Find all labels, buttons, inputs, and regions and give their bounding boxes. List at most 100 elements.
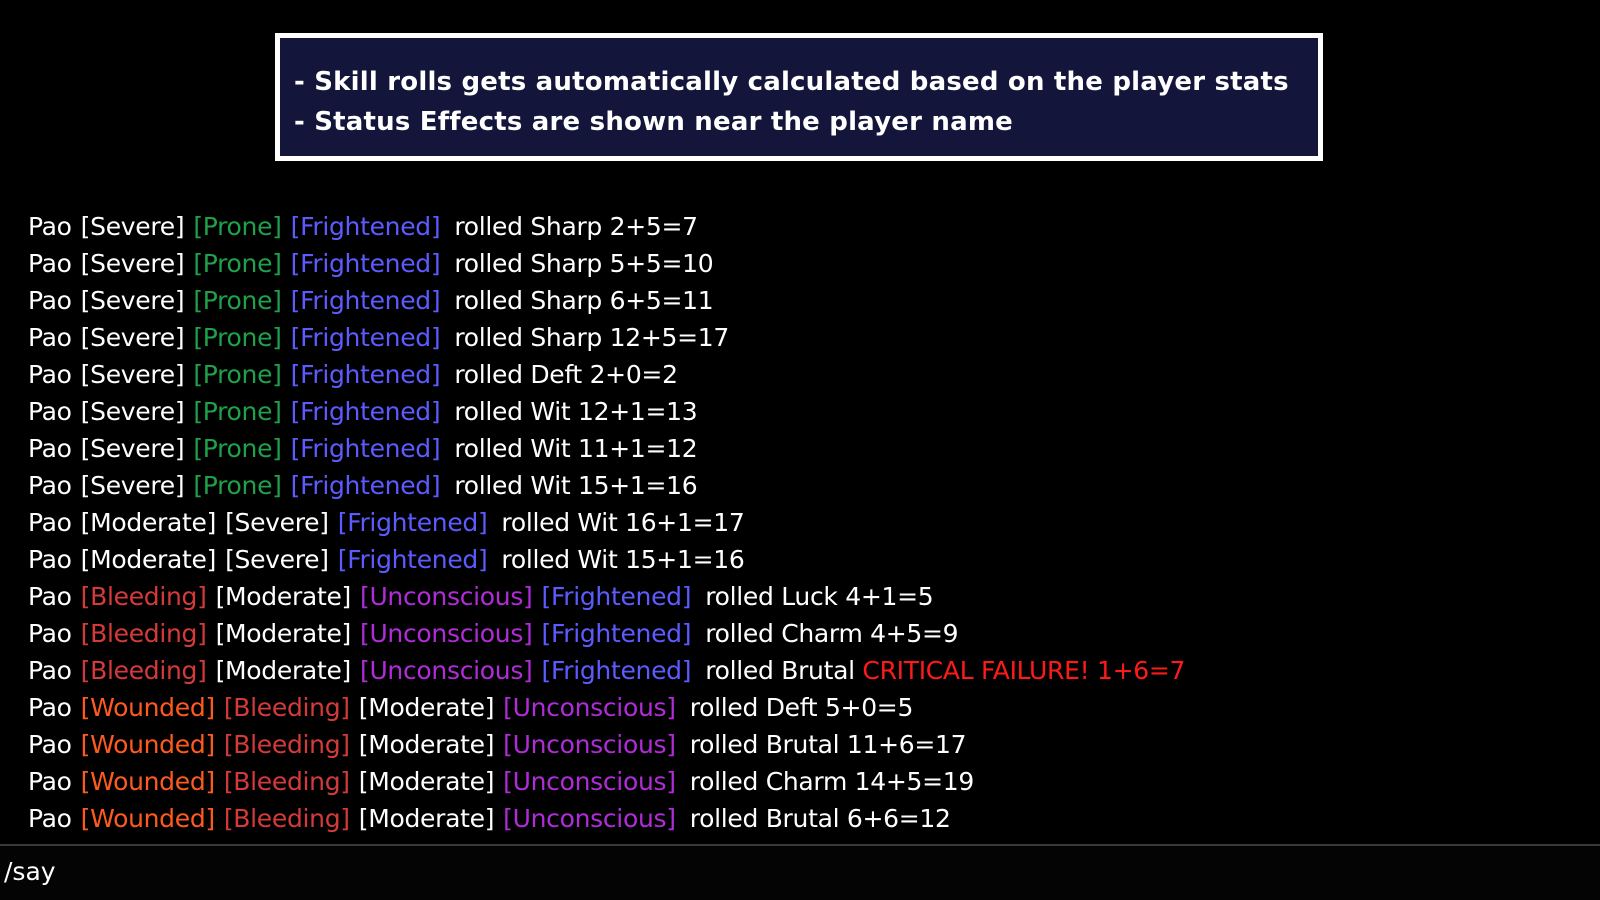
status-effect-wounded: [Wounded] [80, 693, 215, 722]
player-name: Pao [28, 804, 72, 833]
roll-result: rolled Sharp 5+5=10 [454, 249, 714, 278]
status-effect-prone: [Prone] [193, 323, 282, 352]
chat-line: Pao [Severe] [Prone] [Frightened] rolled Wit… [28, 467, 1588, 504]
chat-line: Pao [Moderate] [Severe] [Frightened] rolled … [28, 504, 1588, 541]
roll-result: rolled Luck 4+1=5 [705, 582, 934, 611]
roll-result: rolled Wit 12+1=13 [454, 397, 698, 426]
status-effect-moderate: [Moderate] [358, 767, 495, 796]
roll-result: rolled Sharp 6+5=11 [454, 286, 714, 315]
roll-result: rolled Wit 16+1=17 [501, 508, 745, 537]
status-effect-prone: [Prone] [193, 471, 282, 500]
chat-line: Pao [Severe] [Prone] [Frightened] rolled Sha… [28, 245, 1588, 282]
status-effect-bleeding: [Bleeding] [223, 730, 350, 759]
status-effect-prone: [Prone] [193, 397, 282, 426]
status-effect-frightened: [Frightened] [290, 434, 441, 463]
status-effect-severe: [Severe] [225, 508, 329, 537]
player-name: Pao [28, 286, 72, 315]
status-effect-moderate: [Moderate] [80, 545, 217, 574]
player-name: Pao [28, 323, 72, 352]
status-effect-frightened: [Frightened] [541, 656, 692, 685]
status-effect-unconscious: [Unconscious] [503, 804, 676, 833]
status-effect-severe: [Severe] [80, 471, 185, 500]
status-effect-prone: [Prone] [193, 360, 282, 389]
player-name: Pao [28, 619, 72, 648]
player-name: Pao [28, 360, 72, 389]
status-effect-severe: [Severe] [80, 397, 185, 426]
chat-line: Pao [Wounded] [Bleeding] [Moderate] [Unconsc… [28, 726, 1588, 763]
roll-result: rolled Deft 2+0=2 [454, 360, 678, 389]
chat-log: Pao [Severe] [Prone] [Frightened] rolled Sha… [28, 208, 1588, 837]
status-effect-frightened: [Frightened] [290, 471, 441, 500]
chat-input-bar[interactable] [0, 844, 1600, 900]
roll-result: rolled Charm 4+5=9 [705, 619, 959, 648]
status-effect-bleeding: [Bleeding] [80, 656, 207, 685]
status-effect-frightened: [Frightened] [541, 619, 692, 648]
status-effect-unconscious: [Unconscious] [359, 582, 533, 611]
status-effect-severe: [Severe] [225, 545, 329, 574]
status-effect-wounded: [Wounded] [80, 804, 215, 833]
chat-line: Pao [Wounded] [Bleeding] [Moderate] [Unconsc… [28, 800, 1588, 837]
player-name: Pao [28, 212, 72, 241]
status-effect-frightened: [Frightened] [290, 323, 441, 352]
player-name: Pao [28, 545, 72, 574]
player-name: Pao [28, 508, 72, 537]
status-effect-severe: [Severe] [80, 360, 185, 389]
player-name: Pao [28, 582, 72, 611]
player-name: Pao [28, 397, 72, 426]
info-line-status-effects: - Status Effects are shown near the play… [294, 107, 1013, 137]
status-effect-moderate: [Moderate] [358, 730, 495, 759]
status-effect-bleeding: [Bleeding] [223, 767, 350, 796]
player-name: Pao [28, 656, 72, 685]
status-effect-frightened: [Frightened] [290, 360, 441, 389]
critical-failure-text: CRITICAL FAILURE! 1+6=7 [862, 656, 1186, 685]
player-name: Pao [28, 471, 72, 500]
status-effect-prone: [Prone] [193, 212, 282, 241]
roll-result: rolled Sharp 2+5=7 [454, 212, 698, 241]
status-effect-bleeding: [Bleeding] [223, 804, 350, 833]
status-effect-frightened: [Frightened] [337, 545, 488, 574]
status-effect-moderate: [Moderate] [358, 804, 495, 833]
chat-line: Pao [Moderate] [Severe] [Frightened] rolled … [28, 541, 1588, 578]
chat-line: Pao [Bleeding] [Moderate] [Unconscious] [Fri… [28, 652, 1588, 689]
player-name: Pao [28, 767, 72, 796]
roll-result: rolled Wit 15+1=16 [501, 545, 745, 574]
status-effect-unconscious: [Unconscious] [359, 656, 533, 685]
roll-result: rolled Wit 11+1=12 [454, 434, 698, 463]
chat-line: Pao [Severe] [Prone] [Frightened] rolled Wit… [28, 430, 1588, 467]
status-effect-frightened: [Frightened] [541, 582, 692, 611]
status-effect-wounded: [Wounded] [80, 730, 215, 759]
status-effect-severe: [Severe] [80, 286, 185, 315]
status-effect-severe: [Severe] [80, 249, 185, 278]
info-box: - Skill rolls gets automatically calcula… [275, 33, 1323, 161]
chat-line: Pao [Bleeding] [Moderate] [Unconscious] [Fri… [28, 578, 1588, 615]
chat-line: Pao [Severe] [Prone] [Frightened] rolled Def… [28, 356, 1588, 393]
status-effect-frightened: [Frightened] [337, 508, 488, 537]
player-name: Pao [28, 693, 72, 722]
status-effect-unconscious: [Unconscious] [503, 730, 676, 759]
roll-result: rolled Brutal 6+6=12 [689, 804, 951, 833]
chat-input[interactable] [4, 846, 1584, 896]
status-effect-wounded: [Wounded] [80, 767, 215, 796]
player-name: Pao [28, 730, 72, 759]
status-effect-moderate: [Moderate] [215, 582, 352, 611]
player-name: Pao [28, 434, 72, 463]
status-effect-frightened: [Frightened] [290, 212, 441, 241]
status-effect-unconscious: [Unconscious] [359, 619, 533, 648]
info-line-skill-rolls: - Skill rolls gets automatically calcula… [294, 67, 1289, 97]
status-effect-frightened: [Frightened] [290, 286, 441, 315]
status-effect-unconscious: [Unconscious] [503, 767, 676, 796]
roll-result: rolled Brutal 11+6=17 [689, 730, 967, 759]
status-effect-frightened: [Frightened] [290, 249, 441, 278]
chat-line: Pao [Severe] [Prone] [Frightened] rolled Sha… [28, 319, 1588, 356]
roll-result: rolled Brutal [705, 656, 855, 685]
status-effect-severe: [Severe] [80, 212, 185, 241]
status-effect-moderate: [Moderate] [80, 508, 217, 537]
status-effect-severe: [Severe] [80, 434, 185, 463]
player-name: Pao [28, 249, 72, 278]
status-effect-bleeding: [Bleeding] [80, 582, 207, 611]
status-effect-moderate: [Moderate] [215, 619, 352, 648]
roll-result: rolled Deft 5+0=5 [689, 693, 914, 722]
status-effect-moderate: [Moderate] [215, 656, 352, 685]
status-effect-prone: [Prone] [193, 286, 282, 315]
roll-result: rolled Wit 15+1=16 [454, 471, 698, 500]
